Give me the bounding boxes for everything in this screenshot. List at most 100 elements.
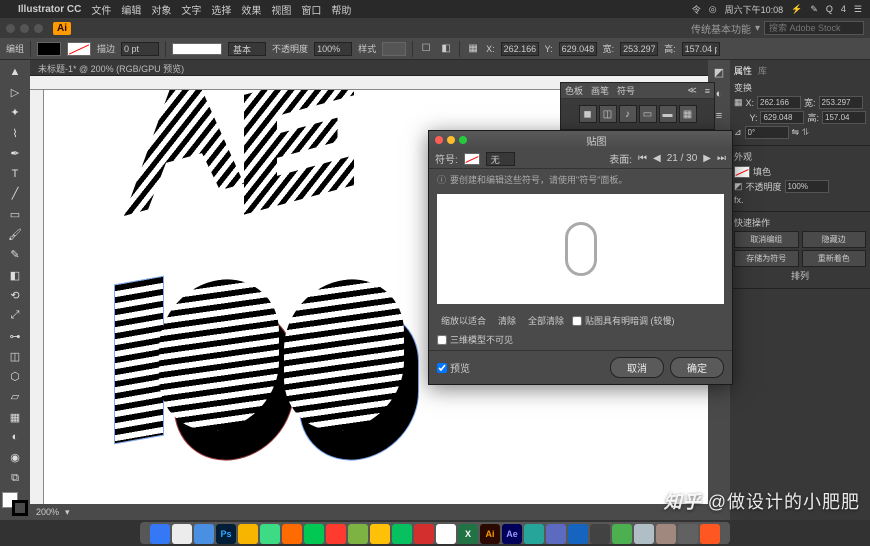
color-swatches[interactable] — [2, 492, 28, 516]
status-pencil-icon[interactable]: ✎ — [810, 4, 818, 15]
dock-app-icon[interactable] — [348, 524, 368, 544]
mesh-tool[interactable]: ▦ — [2, 408, 28, 426]
clear-all-button[interactable]: 全部清除 — [524, 312, 568, 329]
reference-point-icon[interactable]: ▦ — [734, 97, 743, 108]
dialog-traffic-lights[interactable] — [435, 136, 467, 144]
fit-button[interactable]: 缩放以适合 — [437, 312, 490, 329]
symbol-dropdown[interactable]: 无 — [486, 152, 515, 166]
menu-help[interactable]: 帮助 — [331, 2, 351, 17]
pen-tool[interactable]: ✒ — [2, 144, 28, 162]
menu-view[interactable]: 视图 — [271, 2, 291, 17]
document-tab[interactable]: 未标题-1* @ 200% (RGB/GPU 预览) — [30, 60, 708, 76]
dock-app-icon[interactable] — [260, 524, 280, 544]
dialog-preview[interactable] — [437, 194, 724, 304]
dock-app-icon[interactable] — [414, 524, 434, 544]
dock-app-icon[interactable]: Ae — [502, 524, 522, 544]
panel-icon[interactable]: ◩ — [711, 64, 727, 80]
reference-point-icon[interactable]: ▦ — [466, 42, 480, 56]
menu-object[interactable]: 对象 — [151, 2, 171, 17]
dock-app-icon[interactable] — [524, 524, 544, 544]
menu-window[interactable]: 窗口 — [301, 2, 321, 17]
chevron-down-icon[interactable]: ▾ — [755, 23, 760, 34]
pencil-tool[interactable]: ✎ — [2, 246, 28, 264]
tab-properties[interactable]: 属性 — [734, 64, 752, 77]
status-menu-icon[interactable]: ☰ — [854, 4, 862, 15]
stroke-swatch[interactable] — [67, 42, 91, 56]
dock-app-icon[interactable] — [326, 524, 346, 544]
menu-file[interactable]: 文件 — [91, 2, 111, 17]
sym-btn[interactable]: ◼ — [579, 105, 597, 123]
profile-dropdown[interactable]: 基本 — [228, 42, 266, 56]
style-swatch[interactable] — [382, 42, 406, 56]
w-input[interactable] — [620, 42, 658, 56]
magic-wand-tool[interactable]: ✦ — [2, 104, 28, 122]
status-wifi-icon[interactable]: 令 — [692, 3, 701, 16]
dock-app-icon[interactable] — [700, 524, 720, 544]
hide-edges-button[interactable]: 隐藏边 — [802, 231, 867, 248]
tab-brushes[interactable]: 画笔 — [591, 84, 609, 97]
brush-tool[interactable]: 🖌 — [2, 225, 28, 243]
free-transform-tool[interactable]: ◫ — [2, 347, 28, 365]
menu-edit[interactable]: 编辑 — [121, 2, 141, 17]
dock-app-icon[interactable] — [150, 524, 170, 544]
dock-app-icon[interactable] — [634, 524, 654, 544]
dock-app-icon[interactable] — [238, 524, 258, 544]
status-spotlight-icon[interactable]: Q — [826, 4, 833, 14]
traffic-lights[interactable] — [6, 24, 43, 33]
app-name[interactable]: Illustrator CC — [18, 4, 81, 15]
shade-checkbox[interactable]: 贴图具有明暗调 (较慢) — [572, 314, 675, 327]
line-tool[interactable]: ╱ — [2, 185, 28, 203]
panel-w-input[interactable] — [819, 96, 863, 109]
lasso-tool[interactable]: ⌇ — [2, 124, 28, 142]
dock-app-icon[interactable] — [194, 524, 214, 544]
tab-symbols[interactable]: 符号 — [617, 84, 635, 97]
h-input[interactable] — [682, 42, 720, 56]
status-notif-count[interactable]: 4 — [841, 4, 846, 14]
dialog-titlebar[interactable]: 贴图 — [429, 131, 732, 149]
shape-builder-tool[interactable]: ⬡ — [2, 367, 28, 385]
scale-tool[interactable]: ⤢ — [2, 307, 28, 325]
stock-search-input[interactable] — [764, 21, 864, 35]
tab-libraries[interactable]: 库 — [758, 64, 767, 77]
status-clock[interactable]: 周六下午10:08 — [725, 3, 784, 16]
arrange-label[interactable]: 排列 — [791, 269, 809, 282]
last-surface-icon[interactable]: ⏭ — [717, 153, 726, 164]
clear-button[interactable]: 清除 — [494, 312, 520, 329]
dock-app-icon[interactable] — [656, 524, 676, 544]
sym-btn[interactable]: ◫ — [599, 105, 617, 123]
direct-selection-tool[interactable]: ▷ — [2, 83, 28, 101]
perspective-tool[interactable]: ▱ — [2, 388, 28, 406]
selection-tool[interactable]: ▲ — [2, 63, 28, 81]
dock-app-icon[interactable]: Ai — [480, 524, 500, 544]
sym-btn[interactable]: ▦ — [679, 105, 697, 123]
panel-y-input[interactable] — [760, 111, 804, 124]
width-tool[interactable]: ⊶ — [2, 327, 28, 345]
next-surface-icon[interactable]: ▶ — [703, 153, 711, 164]
flip-v-icon[interactable]: ⥮ — [802, 127, 809, 138]
prev-surface-icon[interactable]: ◀ — [653, 153, 661, 164]
align-icon[interactable]: ☐ — [419, 42, 433, 56]
dock-app-icon[interactable] — [436, 524, 456, 544]
x-input[interactable] — [501, 42, 539, 56]
fill-swatch[interactable] — [37, 42, 61, 56]
cancel-button[interactable]: 取消 — [610, 357, 664, 378]
stroke-weight-input[interactable] — [121, 42, 159, 56]
eraser-tool[interactable]: ◧ — [2, 266, 28, 284]
dock-app-icon[interactable]: Ps — [216, 524, 236, 544]
dock-app-icon[interactable] — [370, 524, 390, 544]
sym-btn[interactable]: ▭ — [639, 105, 657, 123]
eyedropper-tool[interactable]: ◉ — [2, 449, 28, 467]
dock-app-icon[interactable] — [546, 524, 566, 544]
symbols-mini-panel[interactable]: 色板 画笔 符号 ≪ ≡ ◼ ◫ ♪ ▭ ▬ ▦ — [560, 82, 715, 130]
save-symbol-button[interactable]: 存储为符号 — [734, 250, 799, 267]
status-input-icon[interactable]: ◎ — [709, 4, 717, 15]
dock-app-icon[interactable]: X — [458, 524, 478, 544]
dock-app-icon[interactable] — [304, 524, 324, 544]
panel-x-input[interactable] — [757, 96, 801, 109]
dock-app-icon[interactable] — [612, 524, 632, 544]
tab-swatches[interactable]: 色板 — [565, 84, 583, 97]
opacity-input[interactable] — [314, 42, 352, 56]
sym-btn[interactable]: ▬ — [659, 105, 677, 123]
rectangle-tool[interactable]: ▭ — [2, 205, 28, 223]
ruler-vertical[interactable] — [30, 90, 44, 504]
